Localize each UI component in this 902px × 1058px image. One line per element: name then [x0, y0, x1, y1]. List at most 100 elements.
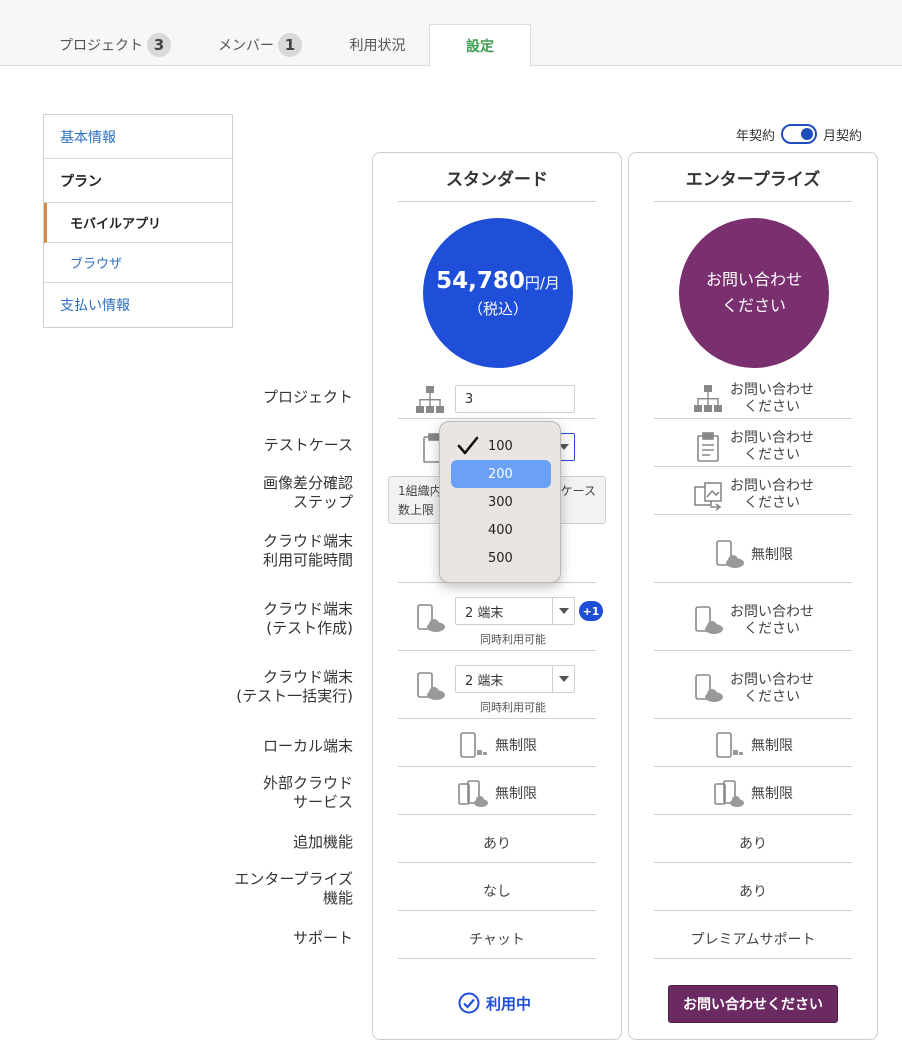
- enterprise-price-circle: お問い合わせ ください: [679, 218, 829, 368]
- row-label-cloud-time-line2: 利用可能時間: [262, 551, 353, 569]
- testcase-option-200[interactable]: 200: [451, 460, 551, 488]
- sidemenu-item-mobile-app[interactable]: モバイルアプリ: [44, 203, 232, 243]
- clipboard-icon: [692, 431, 724, 463]
- tab-usage[interactable]: 利用状況: [330, 24, 425, 66]
- row-label-local-device: ローカル端末: [262, 737, 353, 755]
- cloud-create-device-value: 2 端末: [465, 605, 504, 621]
- enterprise-cloud-batch-value: お問い合わせ ください: [730, 672, 814, 706]
- enterprise-price-line2: ください: [721, 296, 786, 315]
- tab-projects[interactable]: プロジェクト 3: [40, 24, 190, 66]
- tab-settings[interactable]: 設定: [429, 24, 531, 67]
- standard-plan-title: スタンダード: [446, 170, 548, 190]
- cloud-device-icon: [692, 605, 724, 637]
- testcase-option-label: 300: [488, 494, 513, 510]
- standard-plan-status: 利用中: [486, 994, 532, 1013]
- standard-local-device-value: 無制限: [495, 737, 537, 754]
- row-label-project: プロジェクト: [262, 388, 353, 406]
- testcase-option-100[interactable]: 100: [451, 432, 551, 460]
- row-label-image-diff-line2: ステップ: [292, 493, 353, 511]
- row-label-extra-features: 追加機能: [292, 833, 353, 851]
- enterprise-support-value: プレミアムサポート: [690, 932, 816, 948]
- cloud-device-icon: [692, 673, 724, 705]
- project-count-input[interactable]: 3: [455, 385, 575, 413]
- standard-extra-features-value: あり: [483, 836, 511, 852]
- sidemenu-item-basic-info[interactable]: 基本情報: [44, 115, 232, 159]
- cloud-batch-concurrent-note: 同時利用可能: [480, 701, 546, 714]
- tab-members[interactable]: メンバー 1: [200, 24, 320, 66]
- divider: [654, 201, 852, 202]
- testcase-option-300[interactable]: 300: [451, 488, 551, 516]
- testcase-dropdown-menu: 100 200 300 400 500: [439, 421, 561, 583]
- tab-members-count-badge: 1: [278, 33, 302, 57]
- cloud-device-icon: [414, 603, 446, 635]
- divider: [654, 466, 852, 467]
- divider: [398, 862, 596, 863]
- testcase-option-500[interactable]: 500: [451, 544, 551, 572]
- check-circle-icon: [458, 992, 480, 1014]
- testcase-option-label: 500: [488, 550, 513, 566]
- enterprise-image-diff-cell: お問い合わせ ください: [654, 477, 852, 513]
- divider: [654, 650, 852, 651]
- divider: [654, 582, 852, 583]
- enterprise-project-cell: お問い合わせ ください: [654, 381, 852, 417]
- divider: [398, 766, 596, 767]
- standard-plan-in-use-indicator: 利用中: [458, 992, 531, 1014]
- cloud-device-icon: [713, 539, 745, 571]
- standard-external-cloud-cell: 無制限: [398, 778, 596, 810]
- tab-usage-label: 利用状況: [349, 38, 406, 54]
- row-label-external-cloud: 外部クラウド サービス: [263, 774, 353, 812]
- billing-period-toggle[interactable]: [781, 124, 818, 144]
- row-label-enterprise-features-line1: エンタープライズ: [234, 870, 353, 888]
- enterprise-price-line1: お問い合わせ: [705, 270, 802, 289]
- row-label-external-cloud-line1: 外部クラウド: [262, 774, 353, 792]
- cloud-create-concurrent-note: 同時利用可能: [480, 633, 546, 646]
- tooltip-line1-right: ケース: [560, 484, 596, 498]
- enterprise-cloud-create-value-line2: ください: [744, 621, 800, 637]
- enterprise-enterprise-features-value: あり: [739, 884, 767, 900]
- row-label-external-cloud-line2: サービス: [292, 793, 353, 811]
- enterprise-testcase-value: お問い合わせ ください: [730, 430, 814, 464]
- enterprise-testcase-value-line2: ください: [744, 447, 800, 463]
- contact-us-button[interactable]: お問い合わせください: [668, 985, 838, 1023]
- sidemenu-item-browser[interactable]: ブラウザ: [44, 243, 232, 283]
- enterprise-cloud-time-value: 無制限: [751, 546, 793, 563]
- sidemenu-item-plan[interactable]: プラン: [44, 159, 232, 203]
- org-chart-icon: [414, 384, 446, 416]
- cloud-batch-device-select[interactable]: 2 端末: [455, 665, 575, 693]
- billing-annual-label: 年契約: [736, 128, 776, 144]
- divider: [654, 418, 852, 419]
- row-label-cloud-create: クラウド端末 (テスト作成): [263, 600, 353, 638]
- tab-projects-count-badge: 3: [147, 33, 171, 57]
- row-label-support: サポート: [292, 929, 353, 947]
- enterprise-cloud-batch-value-line2: ください: [744, 689, 800, 705]
- row-label-cloud-batch-line2: (テスト一括実行): [236, 687, 353, 705]
- enterprise-project-value: お問い合わせ ください: [730, 382, 814, 416]
- testcase-option-label: 200: [488, 466, 513, 482]
- divider: [654, 766, 852, 767]
- toggle-knob: [801, 128, 814, 140]
- cloud-batch-device-value: 2 端末: [465, 673, 504, 689]
- extra-device-badge[interactable]: +1: [579, 601, 603, 621]
- tab-members-label: メンバー: [218, 38, 274, 54]
- tab-bar: プロジェクト 3 メンバー 1 利用状況 設定: [0, 0, 902, 67]
- testcase-option-400[interactable]: 400: [451, 516, 551, 544]
- divider: [398, 418, 596, 419]
- enterprise-cloud-create-cell: お問い合わせ ください: [654, 603, 852, 639]
- divider: [654, 814, 852, 815]
- sidemenu-item-payment-info[interactable]: 支払い情報: [44, 283, 232, 327]
- enterprise-cloud-batch-cell: お問い合わせ ください: [654, 671, 852, 707]
- standard-support-value: チャット: [469, 932, 525, 948]
- cloud-create-device-select[interactable]: 2 端末: [455, 597, 575, 625]
- row-label-image-diff-line1: 画像差分確認: [262, 474, 353, 492]
- row-label-enterprise-features-line2: 機能: [322, 889, 353, 907]
- divider: [654, 718, 852, 719]
- cloud-device-icon: [414, 671, 446, 703]
- enterprise-project-value-line2: ください: [744, 399, 800, 415]
- divider: [398, 958, 596, 959]
- enterprise-external-cloud-value: 無制限: [751, 785, 793, 802]
- standard-price-unit: 円/月: [524, 273, 560, 292]
- enterprise-cloud-create-value-line1: お問い合わせ: [730, 604, 814, 620]
- standard-external-cloud-value: 無制限: [495, 785, 537, 802]
- standard-price-circle: 54,780円/月 （税込）: [423, 218, 573, 368]
- tab-projects-label: プロジェクト: [59, 38, 143, 54]
